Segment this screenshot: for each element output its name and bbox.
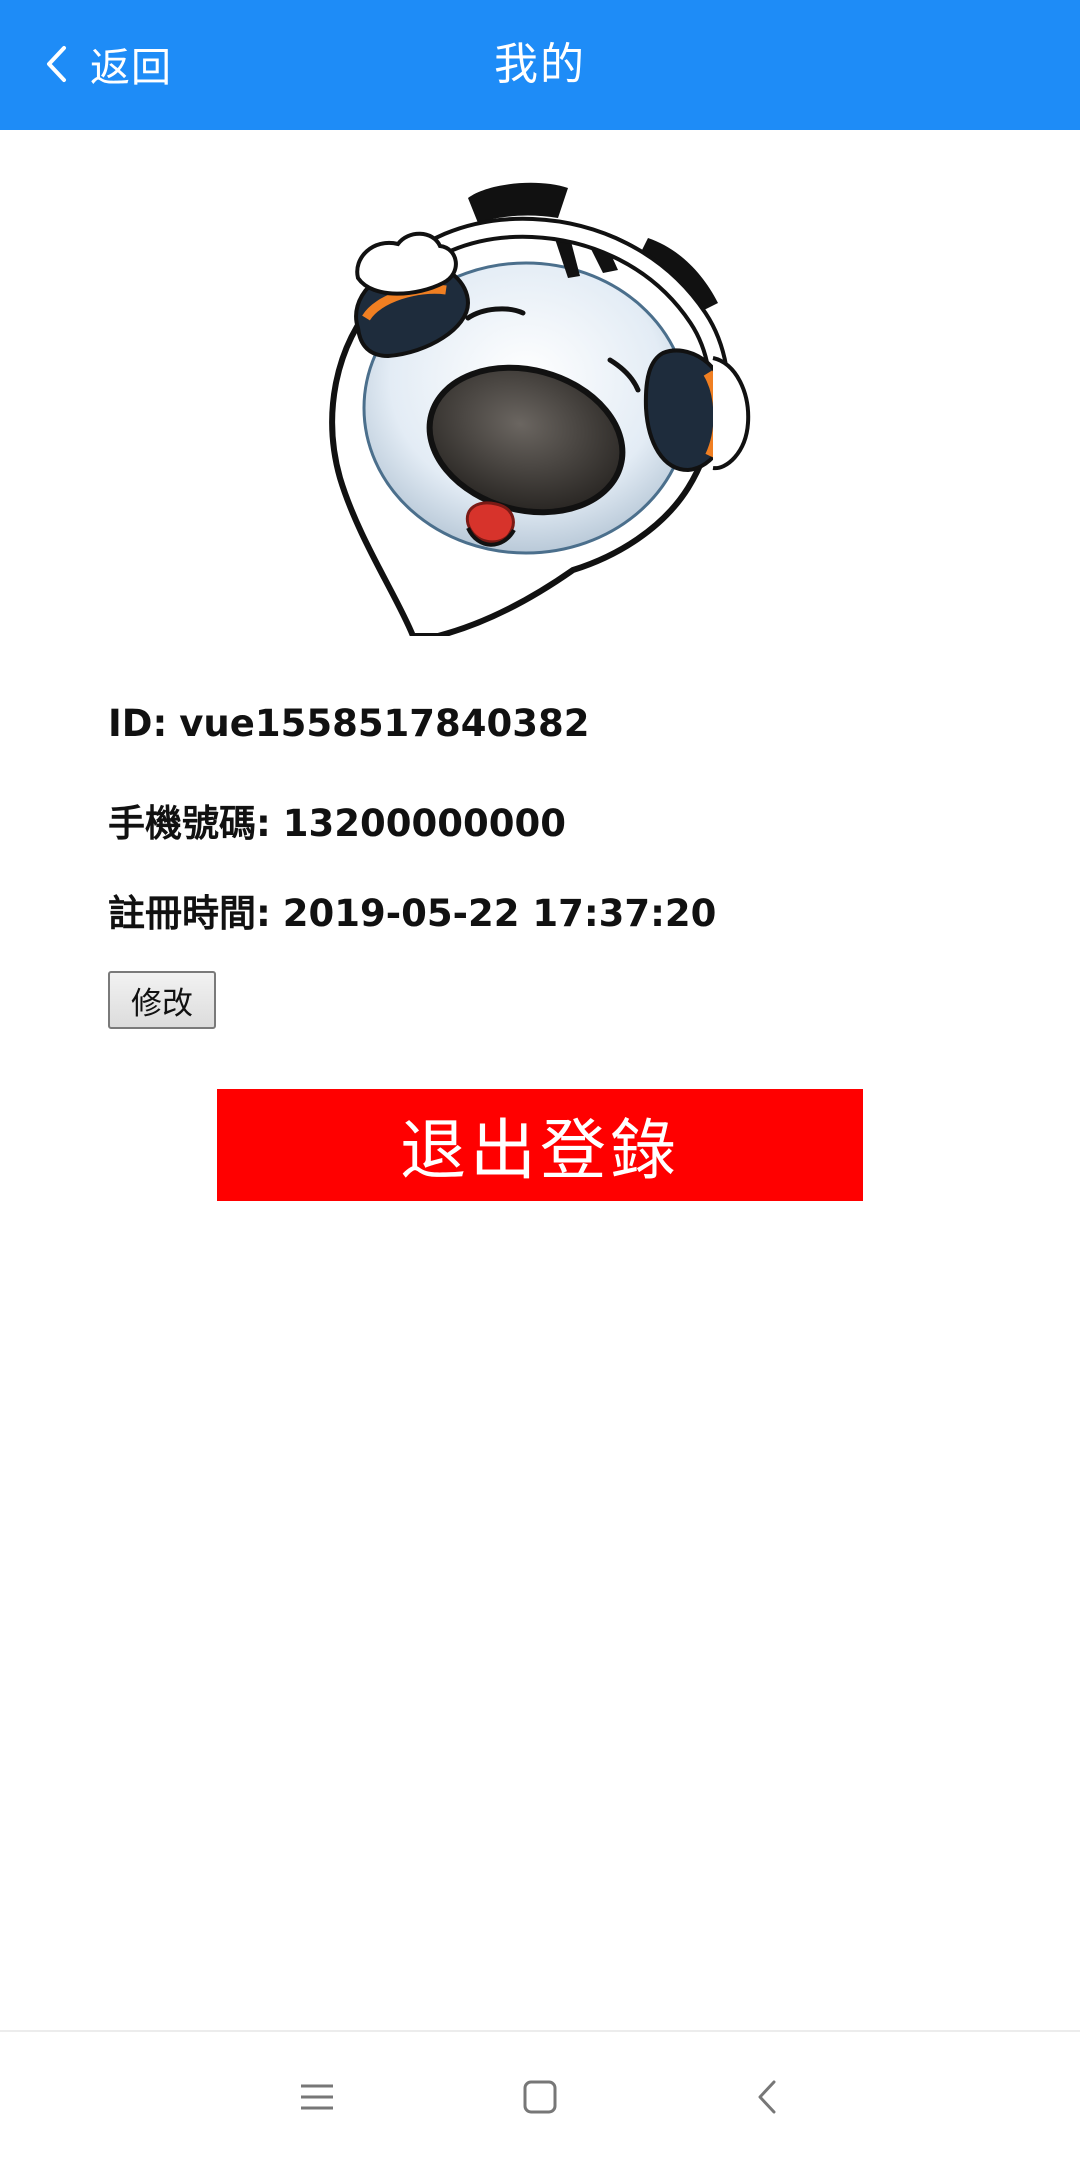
back-icon[interactable] xyxy=(727,2062,807,2132)
menu-icon[interactable] xyxy=(277,2062,357,2132)
register-time-row: 註冊時間: 2019-05-22 17:37:20 xyxy=(108,883,716,937)
home-icon[interactable] xyxy=(500,2062,580,2132)
avatar-illustration xyxy=(329,182,751,639)
user-id-value: vue1558517840382 xyxy=(179,702,590,745)
phone-label: 手機號碼: xyxy=(108,802,271,845)
phone-value: 13200000000 xyxy=(282,802,566,845)
avatar xyxy=(318,178,762,639)
page-title: 我的 xyxy=(494,39,586,90)
top-app-bar: 返回 我的 xyxy=(0,0,1080,130)
logout-button[interactable]: 退出登錄 xyxy=(217,1089,863,1201)
register-time-value: 2019-05-22 17:37:20 xyxy=(282,892,717,935)
register-time-label: 註冊時間: xyxy=(108,892,271,935)
profile-screen: 返回 我的 ID: vue1558517840382 手機號碼: 1320000… xyxy=(0,0,1080,2160)
edit-button[interactable]: 修改 xyxy=(108,971,216,1029)
user-id-row: ID: vue1558517840382 xyxy=(108,702,590,745)
phone-row: 手機號碼: 13200000000 xyxy=(108,793,566,847)
system-navigation-bar xyxy=(0,2030,1080,2160)
user-id-label: ID: xyxy=(108,702,168,745)
